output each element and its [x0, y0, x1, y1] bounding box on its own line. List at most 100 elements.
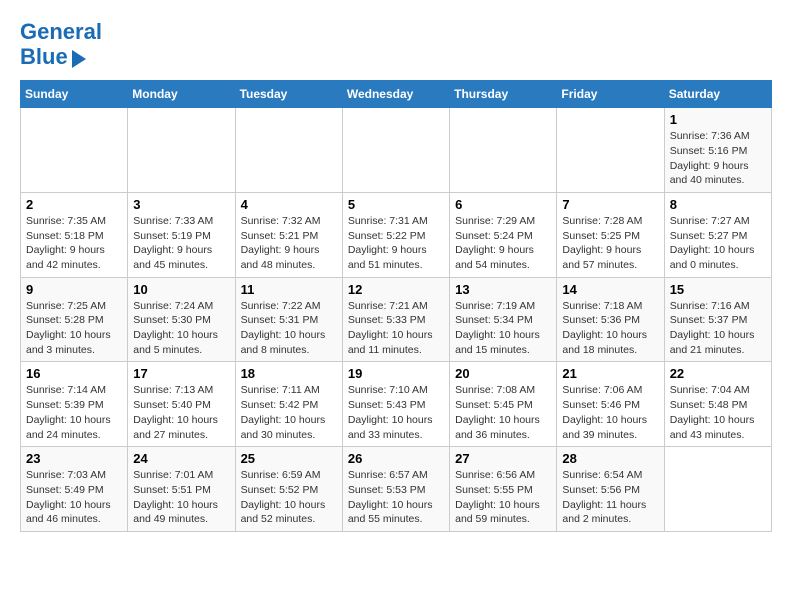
day-cell: 3 Sunrise: 7:33 AM Sunset: 5:19 PM Daylig… — [128, 192, 235, 277]
day-cell: 23 Sunrise: 7:03 AM Sunset: 5:49 PM Dayli… — [21, 447, 128, 532]
day-number: 26 — [348, 451, 444, 466]
day-number: 16 — [26, 366, 122, 381]
logo: General Blue — [20, 20, 102, 70]
day-info: Sunrise: 7:16 AM Sunset: 5:37 PM Dayligh… — [670, 299, 766, 358]
day-cell: 14 Sunrise: 7:18 AM Sunset: 5:36 PM Dayli… — [557, 277, 664, 362]
day-number: 28 — [562, 451, 658, 466]
day-info: Sunrise: 6:54 AM Sunset: 5:56 PM Dayligh… — [562, 468, 658, 527]
day-cell — [128, 108, 235, 193]
day-number: 27 — [455, 451, 551, 466]
calendar-table: SundayMondayTuesdayWednesdayThursdayFrid… — [20, 80, 772, 532]
day-cell: 15 Sunrise: 7:16 AM Sunset: 5:37 PM Dayli… — [664, 277, 771, 362]
day-info: Sunrise: 7:04 AM Sunset: 5:48 PM Dayligh… — [670, 383, 766, 442]
day-cell: 28 Sunrise: 6:54 AM Sunset: 5:56 PM Dayli… — [557, 447, 664, 532]
header-wednesday: Wednesday — [342, 81, 449, 108]
day-info: Sunrise: 6:56 AM Sunset: 5:55 PM Dayligh… — [455, 468, 551, 527]
header-tuesday: Tuesday — [235, 81, 342, 108]
day-info: Sunrise: 7:35 AM Sunset: 5:18 PM Dayligh… — [26, 214, 122, 273]
day-number: 8 — [670, 197, 766, 212]
day-cell: 12Sunrise: 7:21 AM Sunset: 5:33 PM Dayli… — [342, 277, 449, 362]
day-number: 22 — [670, 366, 766, 381]
day-info: Sunrise: 7:11 AM Sunset: 5:42 PM Dayligh… — [241, 383, 337, 442]
day-number: 5 — [348, 197, 444, 212]
day-cell — [21, 108, 128, 193]
day-info: Sunrise: 7:08 AM Sunset: 5:45 PM Dayligh… — [455, 383, 551, 442]
day-number: 9 — [26, 282, 122, 297]
day-info: Sunrise: 7:22 AM Sunset: 5:31 PM Dayligh… — [241, 299, 337, 358]
logo-general: General — [20, 19, 102, 44]
day-number: 25 — [241, 451, 337, 466]
day-number: 11 — [241, 282, 337, 297]
day-cell: 24 Sunrise: 7:01 AM Sunset: 5:51 PM Dayli… — [128, 447, 235, 532]
header-saturday: Saturday — [664, 81, 771, 108]
day-cell: 27 Sunrise: 6:56 AM Sunset: 5:55 PM Dayli… — [450, 447, 557, 532]
day-cell: 19 Sunrise: 7:10 AM Sunset: 5:43 PM Dayli… — [342, 362, 449, 447]
day-number: 24 — [133, 451, 229, 466]
day-number: 23 — [26, 451, 122, 466]
week-row-4: 16 Sunrise: 7:14 AM Sunset: 5:39 PM Dayli… — [21, 362, 772, 447]
week-row-1: 1 Sunrise: 7:36 AM Sunset: 5:16 PM Daylig… — [21, 108, 772, 193]
day-cell — [235, 108, 342, 193]
day-number: 17 — [133, 366, 229, 381]
day-cell: 13 Sunrise: 7:19 AM Sunset: 5:34 PM Dayli… — [450, 277, 557, 362]
day-cell: 4 Sunrise: 7:32 AM Sunset: 5:21 PM Daylig… — [235, 192, 342, 277]
logo-arrow-icon — [72, 50, 86, 68]
day-cell: 9 Sunrise: 7:25 AM Sunset: 5:28 PM Daylig… — [21, 277, 128, 362]
day-info: Sunrise: 6:59 AM Sunset: 5:52 PM Dayligh… — [241, 468, 337, 527]
day-info: Sunrise: 7:36 AM Sunset: 5:16 PM Dayligh… — [670, 129, 766, 188]
day-cell: 20 Sunrise: 7:08 AM Sunset: 5:45 PM Dayli… — [450, 362, 557, 447]
day-cell: 25 Sunrise: 6:59 AM Sunset: 5:52 PM Dayli… — [235, 447, 342, 532]
day-info: Sunrise: 7:28 AM Sunset: 5:25 PM Dayligh… — [562, 214, 658, 273]
day-cell: 5 Sunrise: 7:31 AM Sunset: 5:22 PM Daylig… — [342, 192, 449, 277]
day-cell: 11 Sunrise: 7:22 AM Sunset: 5:31 PM Dayli… — [235, 277, 342, 362]
day-info: Sunrise: 7:29 AM Sunset: 5:24 PM Dayligh… — [455, 214, 551, 273]
week-row-3: 9 Sunrise: 7:25 AM Sunset: 5:28 PM Daylig… — [21, 277, 772, 362]
day-cell: 1 Sunrise: 7:36 AM Sunset: 5:16 PM Daylig… — [664, 108, 771, 193]
day-info: Sunrise: 7:06 AM Sunset: 5:46 PM Dayligh… — [562, 383, 658, 442]
day-info: Sunrise: 7:10 AM Sunset: 5:43 PM Dayligh… — [348, 383, 444, 442]
header-monday: Monday — [128, 81, 235, 108]
day-number: 1 — [670, 112, 766, 127]
day-info: Sunrise: 7:31 AM Sunset: 5:22 PM Dayligh… — [348, 214, 444, 273]
header-sunday: Sunday — [21, 81, 128, 108]
day-cell: 10Sunrise: 7:24 AM Sunset: 5:30 PM Dayli… — [128, 277, 235, 362]
day-cell — [557, 108, 664, 193]
day-info: Sunrise: 7:25 AM Sunset: 5:28 PM Dayligh… — [26, 299, 122, 358]
day-info: Sunrise: 7:13 AM Sunset: 5:40 PM Dayligh… — [133, 383, 229, 442]
logo-blue: Blue — [20, 44, 68, 70]
day-cell: 16 Sunrise: 7:14 AM Sunset: 5:39 PM Dayli… — [21, 362, 128, 447]
day-cell — [342, 108, 449, 193]
day-info: Sunrise: 7:01 AM Sunset: 5:51 PM Dayligh… — [133, 468, 229, 527]
day-number: 2 — [26, 197, 122, 212]
day-info: Sunrise: 7:32 AM Sunset: 5:21 PM Dayligh… — [241, 214, 337, 273]
day-info: Sunrise: 7:27 AM Sunset: 5:27 PM Dayligh… — [670, 214, 766, 273]
day-number: 21 — [562, 366, 658, 381]
day-info: Sunrise: 7:18 AM Sunset: 5:36 PM Dayligh… — [562, 299, 658, 358]
day-cell: 26 Sunrise: 6:57 AM Sunset: 5:53 PM Dayli… — [342, 447, 449, 532]
day-number: 15 — [670, 282, 766, 297]
day-info: Sunrise: 7:19 AM Sunset: 5:34 PM Dayligh… — [455, 299, 551, 358]
day-number: 6 — [455, 197, 551, 212]
day-cell: 6 Sunrise: 7:29 AM Sunset: 5:24 PM Daylig… — [450, 192, 557, 277]
day-cell: 7Sunrise: 7:28 AM Sunset: 5:25 PM Daylig… — [557, 192, 664, 277]
day-cell: 17 Sunrise: 7:13 AM Sunset: 5:40 PM Dayli… — [128, 362, 235, 447]
calendar-header-row: SundayMondayTuesdayWednesdayThursdayFrid… — [21, 81, 772, 108]
day-info: Sunrise: 7:14 AM Sunset: 5:39 PM Dayligh… — [26, 383, 122, 442]
day-cell: 2 Sunrise: 7:35 AM Sunset: 5:18 PM Daylig… — [21, 192, 128, 277]
header-thursday: Thursday — [450, 81, 557, 108]
day-cell — [664, 447, 771, 532]
day-number: 14 — [562, 282, 658, 297]
week-row-5: 23 Sunrise: 7:03 AM Sunset: 5:49 PM Dayli… — [21, 447, 772, 532]
day-number: 4 — [241, 197, 337, 212]
day-info: Sunrise: 7:21 AM Sunset: 5:33 PM Dayligh… — [348, 299, 444, 358]
day-number: 19 — [348, 366, 444, 381]
header-friday: Friday — [557, 81, 664, 108]
day-number: 13 — [455, 282, 551, 297]
day-info: Sunrise: 7:33 AM Sunset: 5:19 PM Dayligh… — [133, 214, 229, 273]
day-number: 3 — [133, 197, 229, 212]
day-info: Sunrise: 7:03 AM Sunset: 5:49 PM Dayligh… — [26, 468, 122, 527]
day-number: 20 — [455, 366, 551, 381]
day-number: 18 — [241, 366, 337, 381]
day-number: 10 — [133, 282, 229, 297]
day-info: Sunrise: 6:57 AM Sunset: 5:53 PM Dayligh… — [348, 468, 444, 527]
